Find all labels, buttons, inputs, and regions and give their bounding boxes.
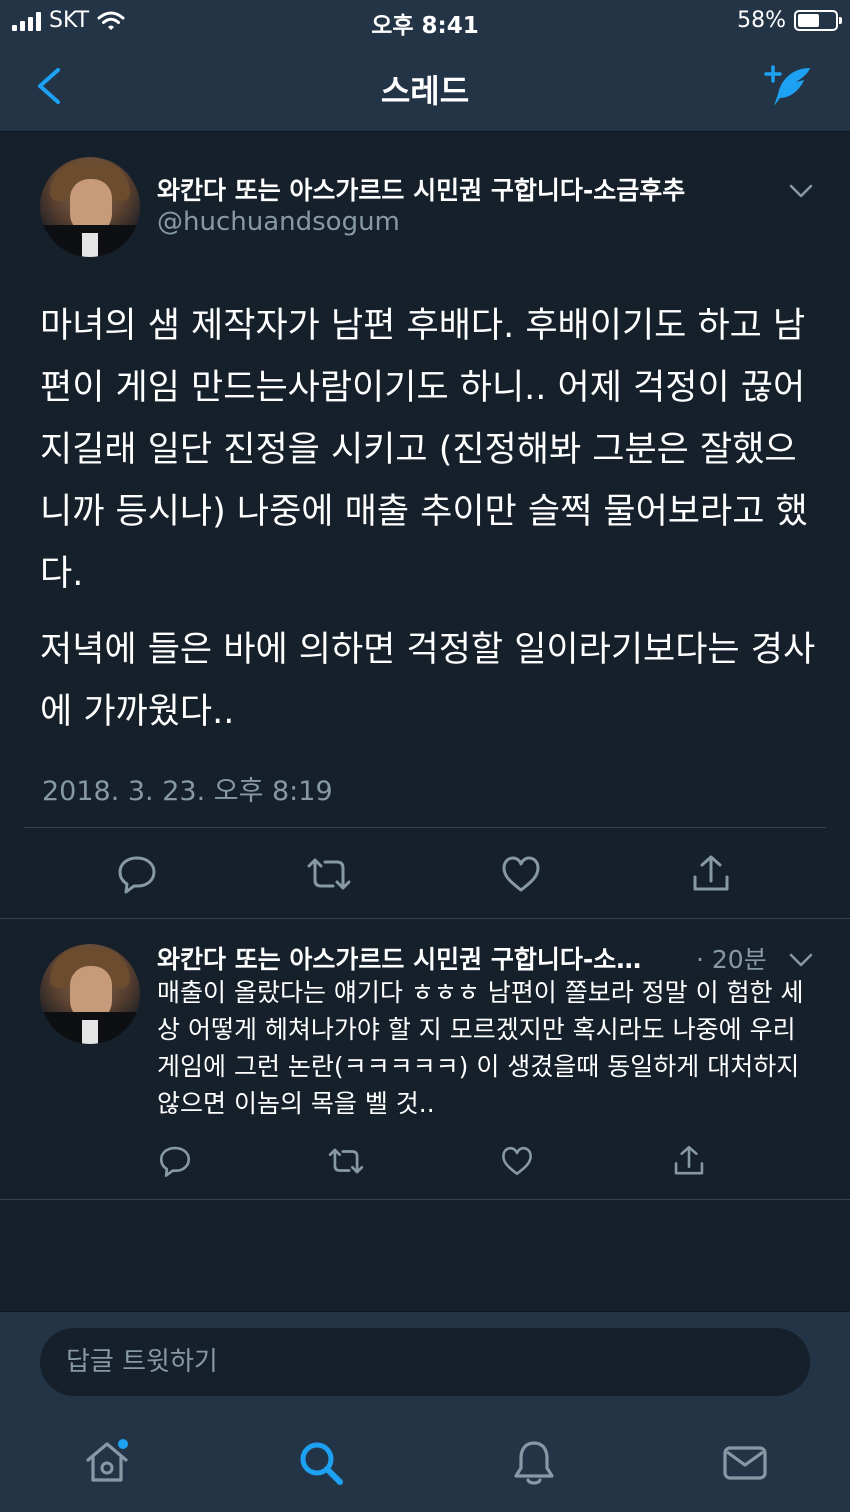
notification-dot: [118, 1439, 128, 1449]
reply-tweet[interactable]: 와칸다 또는 아스가르드 시민권 구합니다-소… · 20분 매출이 올랐다는 …: [0, 920, 850, 1200]
mail-icon: [723, 1446, 767, 1480]
reply-icon: [159, 1146, 191, 1177]
tab-search[interactable]: [294, 1436, 348, 1490]
battery-percent: 58%: [737, 8, 786, 33]
share-button[interactable]: [686, 849, 736, 899]
compose-tweet-icon[interactable]: [760, 62, 814, 110]
retweet-button[interactable]: [302, 849, 356, 899]
divider: [24, 827, 826, 828]
home-icon: [86, 1439, 128, 1482]
avatar[interactable]: [40, 944, 140, 1044]
empty-space: [0, 1201, 850, 1311]
tweet-paragraph: 저녁에 들은 바에 의하면 걱정할 일이라기보다는 경사에 가까웠다..: [40, 630, 816, 732]
reply-button[interactable]: [112, 849, 162, 899]
tweet-paragraph: 마녀의 샘 제작자가 남편 후배다. 후배이기도 하고 남편이 게임 만드는사람…: [40, 306, 808, 594]
reply-actions: [0, 1142, 850, 1192]
like-button[interactable]: [498, 1142, 536, 1180]
status-bar: SKT 오후 8:41 58%: [0, 0, 850, 44]
display-name[interactable]: 와칸다 또는 아스가르드 시민권 구합니다-소금후추: [157, 171, 757, 207]
search-icon: [300, 1442, 343, 1485]
retweet-icon: [328, 1148, 364, 1174]
main-tweet: 와칸다 또는 아스가르드 시민권 구합니다-소금후추 @huchuandsogu…: [0, 133, 850, 919]
reply-button[interactable]: [156, 1142, 194, 1180]
reply-input[interactable]: [40, 1328, 810, 1396]
share-icon: [674, 1145, 704, 1175]
reply-time: · 20분: [696, 945, 767, 974]
chevron-down-icon[interactable]: [788, 183, 814, 199]
share-icon: [693, 855, 729, 891]
battery-icon: [794, 10, 842, 31]
tweet-timestamp: 2018. 3. 23. 오후 8:19: [42, 776, 333, 807]
page-title: 스레드: [380, 72, 470, 110]
reply-text: 매출이 올랐다는 얘기다 ㅎㅎㅎ 남편이 쫄보라 정말 이 험한 세상 어떻게 …: [157, 978, 804, 1118]
bottom-panel: [0, 1311, 850, 1512]
status-time: 오후 8:41: [371, 13, 479, 39]
like-button[interactable]: [496, 849, 546, 899]
display-name[interactable]: 와칸다 또는 아스가르드 시민권 구합니다-소…: [157, 940, 687, 976]
retweet-icon: [307, 858, 351, 890]
avatar[interactable]: [40, 157, 140, 257]
user-handle[interactable]: @huchuandsogum: [157, 207, 400, 237]
reply-icon: [118, 856, 156, 894]
thread-screen: SKT 오후 8:41 58% 스레드 와칸다 또는 아스가르드 시민권 구합니…: [0, 0, 850, 1512]
share-button[interactable]: [670, 1142, 708, 1180]
tab-messages[interactable]: [718, 1436, 772, 1490]
heart-icon: [502, 1146, 532, 1176]
chevron-down-icon[interactable]: [788, 952, 814, 968]
bell-icon: [514, 1441, 554, 1485]
tweet-actions: [0, 849, 850, 899]
tab-home[interactable]: [80, 1436, 134, 1490]
heart-icon: [502, 856, 540, 892]
tab-notifications[interactable]: [507, 1436, 561, 1490]
tweet-text: 마녀의 샘 제작자가 남편 후배다. 후배이기도 하고 남편이 게임 만드는사람…: [40, 295, 820, 743]
retweet-button[interactable]: [326, 1142, 366, 1180]
nav-bar: 스레드: [0, 44, 850, 132]
